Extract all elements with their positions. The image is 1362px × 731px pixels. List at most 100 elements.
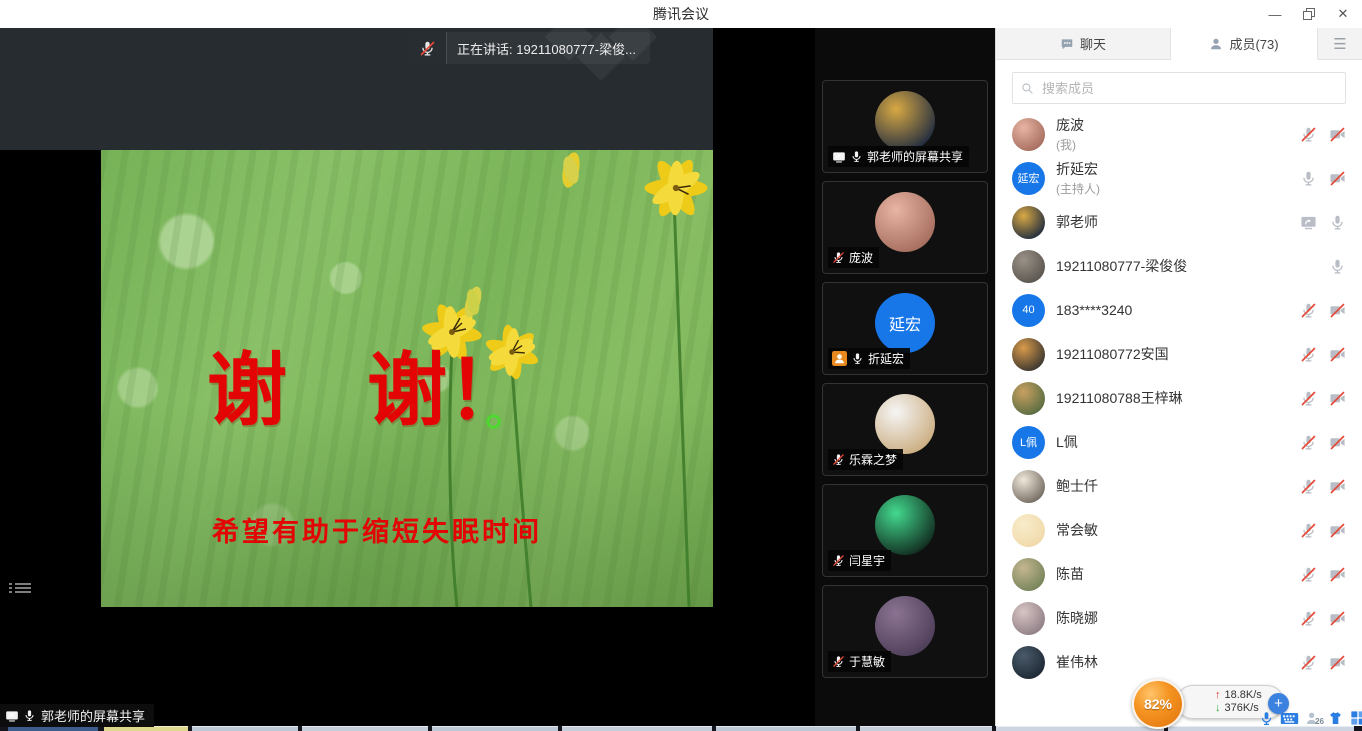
member-row[interactable]: 庞波(我) — [996, 112, 1362, 156]
tile-name-label: 闫星宇 — [828, 550, 891, 571]
participant-thumbnail-strip: 郭老师的屏幕共享庞波延宏折延宏乐霖之梦闫星宇于慧敏 — [815, 28, 995, 726]
member-name: 折延宏 — [1056, 159, 1279, 179]
participant-avatar — [875, 192, 935, 252]
optimizer-ball[interactable]: 82% — [1132, 679, 1184, 729]
search-input[interactable] — [1040, 80, 1337, 97]
member-status-icons — [1290, 610, 1346, 627]
member-status-icons — [1290, 214, 1346, 231]
member-avatar — [1012, 382, 1045, 415]
participant-tile[interactable]: 庞波 — [822, 181, 988, 274]
panel-tabs: 聊天 成员(73) ☰ — [996, 28, 1362, 60]
ime-person-badge: 26 — [1315, 717, 1324, 726]
member-status-icons — [1290, 346, 1346, 363]
search-icon — [1021, 82, 1034, 95]
member-row[interactable]: L佩L佩 — [996, 420, 1362, 464]
member-name: 19211080777-梁俊俊 — [1056, 256, 1279, 276]
mic-muted-icon — [1300, 610, 1317, 627]
restore-button[interactable] — [1292, 0, 1326, 28]
member-name: 崔伟林 — [1056, 652, 1279, 672]
participant-avatar — [875, 394, 935, 454]
participant-tile[interactable]: 于慧敏 — [822, 585, 988, 678]
close-button[interactable]: ✕ — [1326, 0, 1360, 28]
member-status-icons — [1290, 126, 1346, 143]
screen-share-icon — [1300, 214, 1317, 231]
member-role: (我) — [1056, 136, 1279, 153]
mic-muted-icon — [1300, 654, 1317, 671]
screen-share-stage: 谢 谢！ 希望有助于缩短失眠时间 正在讲话: 19211080777-梁俊...… — [0, 28, 815, 726]
member-row[interactable]: 19211080777-梁俊俊 — [996, 244, 1362, 288]
tab-chat[interactable]: 聊天 — [996, 28, 1171, 59]
screen-share-icon — [5, 709, 19, 723]
mic-muted-icon — [832, 655, 845, 668]
ime-microphone-icon[interactable] — [1259, 710, 1274, 727]
tile-name: 庞波 — [849, 249, 873, 266]
ime-keyboard-icon[interactable] — [1280, 711, 1299, 726]
mic-muted-icon — [1300, 522, 1317, 539]
participant-avatar — [875, 91, 935, 151]
ime-skin-tshirt-icon[interactable] — [1327, 710, 1344, 726]
member-avatar — [1012, 338, 1045, 371]
upload-speed: 18.8K/s — [1225, 689, 1262, 702]
member-row[interactable]: 崔伟林 — [996, 640, 1362, 684]
cam-off-icon — [1329, 522, 1346, 539]
download-speed: 376K/s — [1225, 702, 1259, 715]
member-row[interactable]: 40183****3240 — [996, 288, 1362, 332]
member-row[interactable]: 陈晓娜 — [996, 596, 1362, 640]
tile-name-label: 庞波 — [828, 247, 879, 268]
mic-muted-icon — [1300, 126, 1317, 143]
member-row[interactable]: 19211080772安国 — [996, 332, 1362, 376]
host-badge-icon — [832, 351, 847, 366]
mic-muted-icon — [832, 251, 845, 264]
member-name: 19211080788王梓琳 — [1056, 388, 1279, 408]
mic-on-icon — [1300, 170, 1317, 187]
member-name: 19211080772安国 — [1056, 344, 1279, 364]
cam-off-icon — [1329, 170, 1346, 187]
cam-off-icon — [1329, 434, 1346, 451]
window-title: 腾讯会议 — [653, 4, 709, 24]
cam-off-icon — [1329, 346, 1346, 363]
participant-tile[interactable]: 乐霖之梦 — [822, 383, 988, 476]
member-name: 常会敏 — [1056, 520, 1279, 540]
member-name: 鲍士仟 — [1056, 476, 1279, 496]
member-row[interactable]: 19211080788王梓琳 — [996, 376, 1362, 420]
participant-tile[interactable]: 郭老师的屏幕共享 — [822, 80, 988, 173]
titlebar: 腾讯会议 — ✕ — [0, 0, 1362, 29]
member-row[interactable]: 陈苗 — [996, 552, 1362, 596]
participant-tile[interactable]: 闫星宇 — [822, 484, 988, 577]
member-avatar — [1012, 558, 1045, 591]
tab-members[interactable]: 成员(73) — [1171, 28, 1318, 60]
member-name: 183****3240 — [1056, 302, 1279, 318]
mic-muted-icon — [419, 40, 436, 57]
mic-on-icon — [851, 352, 864, 365]
member-avatar — [1012, 470, 1045, 503]
member-row[interactable]: 鲍士仟 — [996, 464, 1362, 508]
ime-toolbar: 26 — [1259, 708, 1362, 728]
member-avatar — [1012, 250, 1045, 283]
mic-muted-icon — [832, 554, 845, 567]
member-row[interactable]: 常会敏 — [996, 508, 1362, 552]
share-label-text: 郭老师的屏幕共享 — [41, 706, 145, 725]
member-row[interactable]: 延宏折延宏(主持人) — [996, 156, 1362, 200]
tab-members-label: 成员(73) — [1229, 34, 1278, 53]
ime-toolbox-grid-icon[interactable] — [1350, 710, 1362, 726]
download-arrow-icon: ↓ — [1215, 702, 1221, 715]
participant-tile[interactable]: 延宏折延宏 — [822, 282, 988, 375]
mic-on-icon — [850, 150, 863, 163]
ime-person-badge-icon[interactable]: 26 — [1305, 710, 1321, 726]
tile-name: 郭老师的屏幕共享 — [867, 148, 963, 165]
minimize-button[interactable]: — — [1258, 0, 1292, 28]
member-role: (主持人) — [1056, 180, 1279, 197]
tencent-meeting-window: 腾讯会议 — ✕ — [0, 0, 1362, 731]
panel-menu-button[interactable]: ☰ — [1318, 28, 1362, 59]
cam-off-icon — [1329, 302, 1346, 319]
member-name: 郭老师 — [1056, 212, 1279, 232]
speaker-mic-muted-icon — [408, 32, 447, 64]
mic-muted-icon — [1300, 390, 1317, 407]
member-row[interactable]: 郭老师 — [996, 200, 1362, 244]
cam-off-icon — [1329, 390, 1346, 407]
member-status-icons — [1290, 478, 1346, 495]
member-name: L佩 — [1056, 432, 1279, 452]
shared-slide: 谢 谢！ 希望有助于缩短失眠时间 — [101, 150, 713, 607]
tile-name: 折延宏 — [868, 350, 904, 367]
slide-list-icon[interactable] — [9, 581, 31, 597]
